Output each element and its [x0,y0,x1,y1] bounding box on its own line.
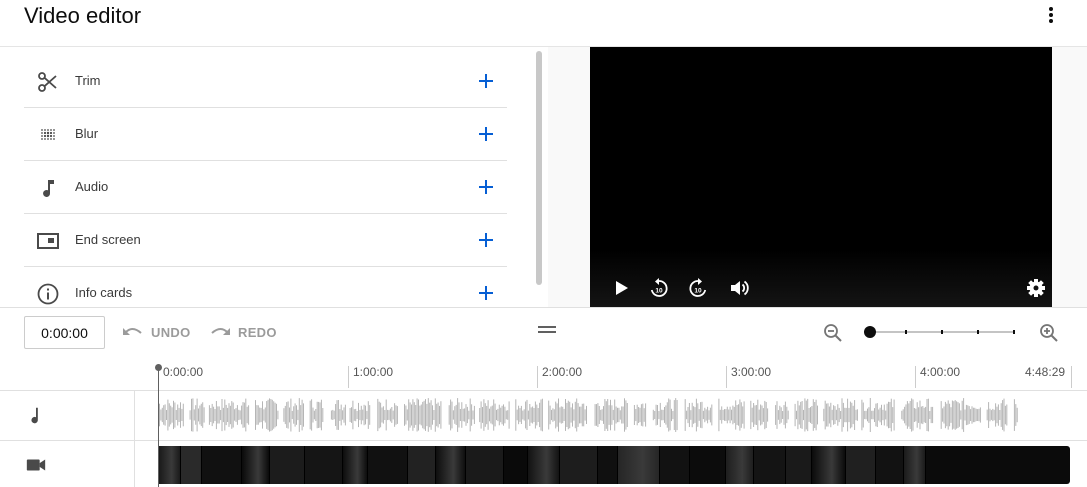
tool-row-blur[interactable]: Blur [24,108,507,161]
tool-label: Audio [75,179,109,194]
tool-row-end-screen[interactable]: End screen [24,214,507,267]
ruler-tick [726,366,727,388]
filmstrip-frame [598,446,618,484]
playhead-handle[interactable] [155,364,162,371]
filmstrip-frame [242,446,270,484]
filmstrip-frame [904,446,926,484]
ruler-label: 4:48:29 [1025,365,1066,379]
svg-text:10: 10 [655,288,663,295]
redo-button[interactable]: REDO [208,322,277,342]
ruler-baseline [0,390,1087,391]
filmstrip-frame [466,446,504,484]
filmstrip-frame [408,446,436,484]
panel-resize-handle[interactable] [538,322,556,333]
ruler-tick [915,366,916,388]
page-title: Video editor [24,3,142,28]
filmstrip-frame [305,446,343,484]
filmstrip-frame [690,446,726,484]
add-audio-icon[interactable] [476,177,496,197]
ruler-tick [537,366,538,388]
zoom-tick [941,330,943,334]
ruler-label: 4:00:00 [920,365,961,379]
tool-row-audio[interactable]: Audio [24,161,507,214]
filmstrip-frame [754,446,786,484]
filmstrip-frame [202,446,242,484]
blur-icon [36,123,60,147]
video-filmstrip[interactable] [159,446,1070,484]
undo-label: UNDO [151,324,191,340]
audio-waveform[interactable] [159,398,1021,432]
add-info-cards-icon[interactable] [476,283,496,303]
ruler-tick [1071,366,1072,388]
filmstrip-frame [270,446,305,484]
redo-icon [208,323,232,342]
ruler-label: 2:00:00 [542,365,583,379]
add-trim-icon[interactable] [476,71,496,91]
ruler-tick [348,366,349,388]
video-camera-icon [25,454,47,476]
playhead[interactable] [158,368,159,487]
zoom-in-icon[interactable] [1038,322,1060,344]
ruler-label: 1:00:00 [353,365,394,379]
tool-label: Trim [75,73,101,88]
video-player[interactable]: 10 10 [590,47,1052,307]
zoom-out-icon[interactable] [822,322,844,344]
music-note-icon [36,176,60,200]
filmstrip-frame [812,446,846,484]
music-note-icon [25,405,47,427]
add-end-screen-icon[interactable] [476,230,496,250]
filmstrip-frame [726,446,754,484]
editor-header: Video editor [0,0,1087,47]
filmstrip-frame [343,446,368,484]
filmstrip-frame [786,446,812,484]
rewind-10-icon[interactable]: 10 [648,277,670,299]
filmstrip-frame [368,446,408,484]
filmstrip-frame [181,446,202,484]
ruler-label: 0:00:00 [163,365,204,379]
tool-row-trim[interactable]: Trim [24,55,507,108]
tool-row-info-cards[interactable]: Info cards [24,267,507,307]
filmstrip-frame [846,446,876,484]
add-blur-icon[interactable] [476,124,496,144]
info-icon [36,282,60,306]
track-separator [0,440,1087,441]
filmstrip-frame [660,446,690,484]
zoom-slider-thumb[interactable] [864,326,876,338]
filmstrip-frame [618,446,660,484]
track-gutter [0,391,135,487]
zoom-tick [1013,330,1015,334]
tool-label: Info cards [75,285,133,300]
tool-label: Blur [75,126,99,141]
tool-label: End screen [75,232,141,247]
filmstrip-frame [159,446,181,484]
zoom-tick [905,330,907,334]
forward-10-icon[interactable]: 10 [687,277,709,299]
volume-icon[interactable] [728,277,750,299]
undo-button[interactable]: UNDO [121,322,190,342]
filmstrip-frame [504,446,528,484]
current-time-input[interactable] [24,316,105,349]
filmstrip-frame [876,446,904,484]
play-icon[interactable] [610,277,632,299]
redo-label: REDO [238,324,277,340]
more-vert-icon[interactable] [1039,5,1063,25]
undo-icon [121,323,145,342]
filmstrip-frame [436,446,466,484]
end-screen-icon [36,229,60,253]
svg-text:10: 10 [694,288,702,295]
scissors-icon [36,70,60,94]
filmstrip-frame [528,446,560,484]
tools-scrollbar[interactable] [536,51,542,285]
tools-list: Trim Blur Audio End screen Info cards [24,55,507,307]
filmstrip-frame [560,446,598,484]
section-divider [0,307,1087,308]
settings-icon[interactable] [1025,277,1047,299]
zoom-tick [977,330,979,334]
ruler-label: 3:00:00 [731,365,772,379]
